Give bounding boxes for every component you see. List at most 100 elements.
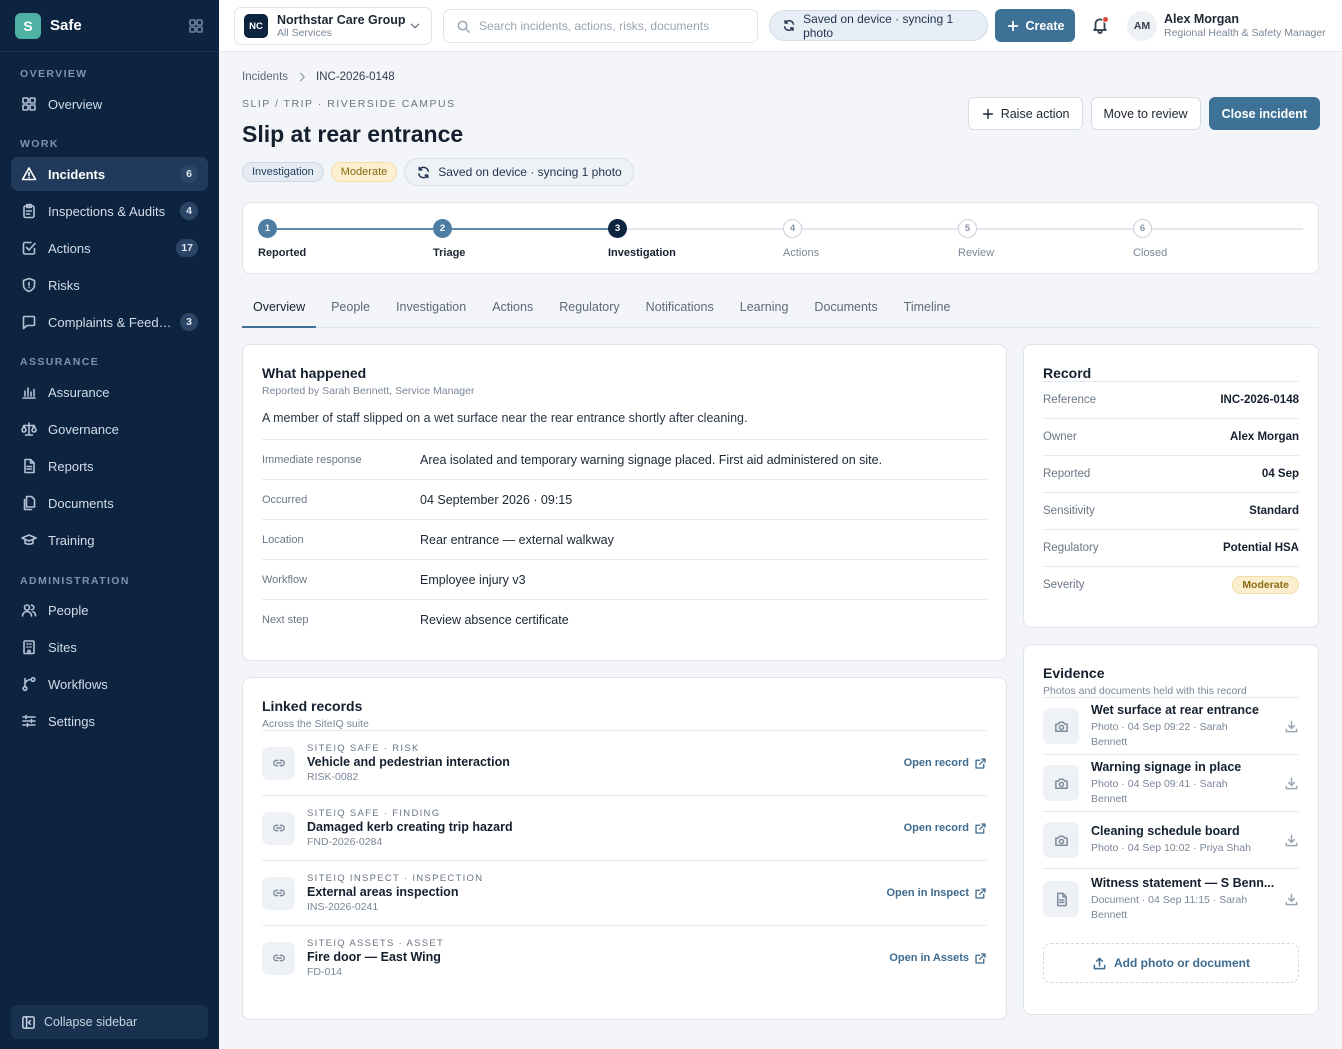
step-reported[interactable]: 1 Reported bbox=[258, 219, 306, 259]
open-in-inspect-link[interactable]: Open in Inspect bbox=[886, 887, 987, 900]
sidebar-item-inspections-audits[interactable]: Inspections & Audits 4 bbox=[11, 194, 208, 228]
linked-record-type: SiteIQ Inspect · Inspection bbox=[307, 873, 484, 884]
user-name: Alex Morgan bbox=[1164, 12, 1240, 26]
linked-record-type: SiteIQ Safe · Risk bbox=[307, 743, 420, 754]
count-badge: 3 bbox=[180, 313, 198, 331]
close-incident-button[interactable]: Close incident bbox=[1208, 97, 1320, 130]
sidebar-item-governance[interactable]: Governance bbox=[11, 412, 208, 446]
move-to-review-button[interactable]: Move to review bbox=[1090, 97, 1201, 130]
status-badges: Investigation Moderate Saved on device ·… bbox=[242, 158, 634, 186]
record-row-owner: Owner Alex Morgan bbox=[1043, 418, 1299, 455]
sidebar-item-people[interactable]: People bbox=[11, 593, 208, 627]
download-icon[interactable] bbox=[1284, 892, 1299, 907]
sidebar-item-assurance[interactable]: Assurance bbox=[11, 375, 208, 409]
tab-actions[interactable]: Actions bbox=[481, 294, 544, 328]
tab-learning[interactable]: Learning bbox=[729, 294, 800, 328]
sidebar-item-label: Governance bbox=[48, 421, 119, 437]
tab-notifications[interactable]: Notifications bbox=[635, 294, 725, 328]
record-row-severity: Severity Moderate bbox=[1043, 566, 1299, 603]
evidence-item[interactable]: Warning signage in place Photo · 04 Sep … bbox=[1043, 754, 1299, 811]
sidebar-item-incidents[interactable]: Incidents 6 bbox=[11, 157, 208, 191]
sync-status-text: Saved on device · syncing 1 photo bbox=[438, 165, 622, 179]
tab-people[interactable]: People bbox=[320, 294, 381, 328]
sync-status-text: Saved on device · syncing 1 photo bbox=[803, 11, 954, 40]
field-label: Occurred bbox=[262, 493, 308, 506]
tab-overview[interactable]: Overview bbox=[242, 294, 317, 328]
breadcrumb-incidents-link[interactable]: Incidents bbox=[242, 71, 288, 83]
evidence-item[interactable]: Witness statement — S Benn... Document ·… bbox=[1043, 868, 1299, 929]
tab-regulatory[interactable]: Regulatory bbox=[548, 294, 630, 328]
count-badge: 4 bbox=[180, 202, 198, 220]
sync-status-pill[interactable]: Saved on device · syncing 1 photo bbox=[769, 10, 988, 41]
tab-investigation[interactable]: Investigation bbox=[385, 294, 477, 328]
linked-record-row: SiteIQ Assets · Asset Fire door — East W… bbox=[262, 925, 987, 990]
nav-section-administration: Administration bbox=[20, 575, 130, 587]
create-button[interactable]: Create bbox=[995, 9, 1075, 42]
tab-documents[interactable]: Documents bbox=[803, 294, 888, 328]
field-next-step: Next step Review absence certificate bbox=[262, 600, 987, 640]
record-value: Standard bbox=[1249, 505, 1299, 517]
sidebar-item-settings[interactable]: Settings bbox=[11, 704, 208, 738]
add-photo-or-document-button[interactable]: Add photo or document bbox=[1043, 943, 1299, 983]
sidebar-item-sites[interactable]: Sites bbox=[11, 630, 208, 664]
sidebar-item-overview[interactable]: Overview bbox=[11, 87, 208, 121]
raise-action-button[interactable]: Raise action bbox=[967, 97, 1083, 130]
card-subtitle: Photos and documents held with this reco… bbox=[1043, 685, 1247, 697]
sidebar-item-actions[interactable]: Actions 17 bbox=[11, 231, 208, 265]
evidence-meta: Photo · 04 Sep 10:02 · Priya Shah bbox=[1091, 842, 1251, 855]
sidebar-item-label: People bbox=[48, 602, 89, 618]
external-link-icon bbox=[975, 952, 986, 964]
sidebar-item-documents[interactable]: Documents bbox=[11, 486, 208, 520]
download-icon[interactable] bbox=[1284, 776, 1299, 791]
record-value: Alex Morgan bbox=[1229, 431, 1299, 443]
evidence-card: Evidence Photos and documents held with … bbox=[1023, 644, 1319, 1015]
workflow-icon bbox=[22, 676, 36, 692]
shield-icon bbox=[22, 277, 36, 293]
step-investigation[interactable]: 3 Investigation bbox=[608, 219, 676, 259]
collapse-sidebar-button[interactable]: Collapse sidebar bbox=[11, 1005, 208, 1039]
sidebar-item-label: Workflows bbox=[48, 676, 108, 692]
sync-icon bbox=[418, 166, 430, 178]
step-number: 5 bbox=[958, 219, 977, 238]
sidebar-item-label: Risks bbox=[48, 277, 80, 293]
download-icon[interactable] bbox=[1284, 719, 1299, 734]
download-icon[interactable] bbox=[1284, 833, 1299, 848]
sidebar-item-label: Sites bbox=[48, 639, 77, 655]
open-record-label: Open in Assets bbox=[889, 952, 969, 964]
step-closed[interactable]: 6 Closed bbox=[1133, 219, 1167, 259]
linked-record-row: SiteIQ Inspect · Inspection External are… bbox=[262, 860, 987, 925]
app-switcher-icon[interactable] bbox=[188, 18, 204, 34]
step-review[interactable]: 5 Review bbox=[958, 219, 994, 259]
grid-icon bbox=[22, 97, 36, 111]
step-actions[interactable]: 4 Actions bbox=[783, 219, 819, 259]
link-icon bbox=[262, 746, 295, 780]
avatar[interactable]: AM bbox=[1127, 11, 1157, 41]
upload-icon bbox=[1093, 957, 1106, 969]
status-badge: Investigation bbox=[242, 162, 324, 182]
step-number: 3 bbox=[608, 219, 627, 238]
sidebar-item-risks[interactable]: Risks bbox=[11, 268, 208, 302]
open-record-link[interactable]: Open record bbox=[904, 822, 987, 835]
evidence-item[interactable]: Wet surface at rear entrance Photo · 04 … bbox=[1043, 697, 1299, 754]
sidebar-item-reports[interactable]: Reports bbox=[11, 449, 208, 483]
open-record-link[interactable]: Open record bbox=[904, 757, 987, 770]
organization-switcher[interactable]: NC Northstar Care Group All Services bbox=[234, 7, 432, 45]
documents-icon bbox=[23, 495, 36, 511]
open-in-assets-link[interactable]: Open in Assets bbox=[889, 952, 987, 965]
chat-icon bbox=[22, 315, 36, 330]
sidebar-item-label: Assurance bbox=[48, 384, 110, 400]
sidebar-item-workflows[interactable]: Workflows bbox=[11, 667, 208, 701]
sync-status-badge: Saved on device · syncing 1 photo bbox=[404, 158, 634, 186]
sidebar-item-label: Training bbox=[48, 532, 95, 548]
step-triage[interactable]: 2 Triage bbox=[433, 219, 465, 259]
search-input[interactable]: Search incidents, actions, risks, docume… bbox=[443, 9, 758, 43]
evidence-name: Warning signage in place bbox=[1091, 759, 1242, 774]
linked-record-name: Vehicle and pedestrian interaction bbox=[307, 755, 510, 769]
tab-timeline[interactable]: Timeline bbox=[893, 294, 962, 328]
field-label: Next step bbox=[262, 614, 309, 626]
sidebar-item-training[interactable]: Training bbox=[11, 523, 208, 557]
user-info[interactable]: Alex Morgan Regional Health & Safety Man… bbox=[1164, 12, 1326, 40]
step-label: Investigation bbox=[608, 247, 676, 259]
evidence-item[interactable]: Cleaning schedule board Photo · 04 Sep 1… bbox=[1043, 811, 1299, 868]
sidebar-item-complaints-feedback[interactable]: Complaints & Feed… 3 bbox=[11, 305, 208, 339]
